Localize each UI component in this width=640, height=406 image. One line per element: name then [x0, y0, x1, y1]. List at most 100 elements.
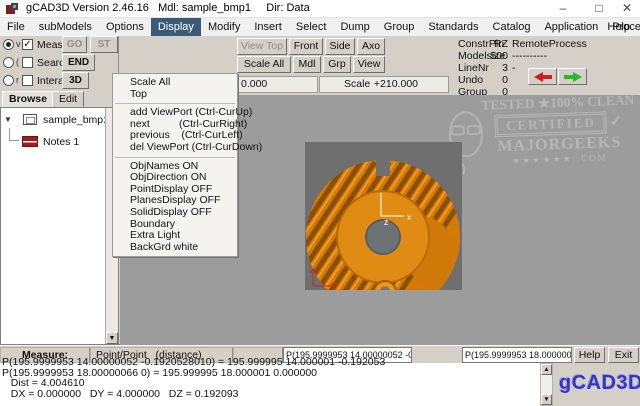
- scale-label: Scale: [344, 78, 371, 90]
- scroll-down-icon[interactable]: ▼: [106, 332, 118, 344]
- app-icon: [6, 3, 18, 14]
- side-button[interactable]: Side: [325, 38, 355, 55]
- exit-button[interactable]: Exit: [608, 347, 639, 363]
- menubar-item-submodels[interactable]: subModels: [32, 18, 99, 36]
- measure-row: v ✓ Measure GO ST: [0, 36, 119, 54]
- search-checkbox[interactable]: [22, 57, 33, 68]
- main-area: v ✓ Measure GO ST ( Search/f END r Inter…: [0, 36, 640, 345]
- info-value: RZ: [494, 38, 508, 50]
- menubar-item-catalog[interactable]: Catalog: [486, 18, 538, 36]
- browser-tabs: Browse Edit: [0, 90, 119, 107]
- menubar-item-dump[interactable]: Dump: [333, 18, 376, 36]
- console-text: P(195.9999953 14.00000052 -0.1920528010)…: [2, 357, 538, 406]
- watermark-check-icon: ✓: [609, 113, 623, 131]
- scale-display: Scale +210.000: [319, 76, 449, 93]
- info-value: 0: [502, 74, 508, 86]
- menubar-item-application[interactable]: Application: [537, 18, 605, 36]
- interact-tag: r: [16, 75, 19, 85]
- redo-forward-button[interactable]: [558, 68, 587, 85]
- interact-radio[interactable]: [3, 75, 14, 86]
- info-value: 500: [490, 50, 508, 62]
- app-window: gCAD3D Version 2.46.16 Mdl: sample_bmp1 …: [0, 0, 640, 406]
- menu-separator: [115, 156, 235, 158]
- scale-value: +210.000: [373, 78, 418, 90]
- menubar-item-select[interactable]: Select: [289, 18, 334, 36]
- search-row: ( Search/f END: [0, 54, 119, 72]
- info-row-constrpln: ConstrPln RZ RemoteProcess: [456, 38, 640, 50]
- info-value: 3: [502, 62, 508, 74]
- info-extra: -: [512, 62, 516, 74]
- info-extra: RemoteProcess: [512, 38, 587, 50]
- minimize-button[interactable]: –: [550, 0, 576, 18]
- menubar-item-options[interactable]: Options: [99, 18, 151, 36]
- menubar-item-standards[interactable]: Standards: [421, 18, 485, 36]
- menu-item-scale-all[interactable]: Scale All: [113, 76, 237, 89]
- console-line: DX = 0.000000 DY = 4.000000 DZ = 0.19209…: [2, 387, 239, 400]
- scale-input[interactable]: 0.000: [232, 76, 318, 93]
- view-top-button[interactable]: View Top: [237, 38, 287, 55]
- menu-item-backgrd-white[interactable]: BackGrd white: [113, 241, 237, 254]
- tree-item-notes[interactable]: Notes 1: [1, 128, 101, 150]
- title-bar: gCAD3D Version 2.46.16 Mdl: sample_bmp1 …: [0, 0, 640, 18]
- menu-separator: [115, 103, 235, 105]
- close-button[interactable]: ✕: [614, 0, 640, 18]
- tab-browse[interactable]: Browse: [2, 91, 54, 107]
- tree-connector-line: [9, 128, 19, 141]
- green-right-arrow-icon: [563, 72, 582, 82]
- search-tag: (: [16, 57, 19, 67]
- tree-expand-icon[interactable]: ▼: [4, 115, 12, 124]
- model-file-icon: [23, 114, 37, 125]
- stop-button[interactable]: ST: [90, 36, 118, 53]
- grp-button[interactable]: Grp: [323, 56, 351, 73]
- console-scrollbar[interactable]: ▲ ▼: [540, 363, 553, 406]
- axo-button[interactable]: Axo: [357, 38, 385, 55]
- tree-item-label[interactable]: Notes 1: [43, 136, 79, 148]
- measure-radio[interactable]: [3, 39, 14, 50]
- notes-bricks-icon: [22, 136, 38, 147]
- interact-row: r Interacti 3D: [0, 72, 119, 90]
- 3d-button[interactable]: 3D: [62, 72, 89, 89]
- menu-item-del-viewport[interactable]: del ViewPort (Ctrl-CurDown): [113, 141, 262, 154]
- menu-item-objdirection[interactable]: ObjDirection ON: [113, 172, 237, 184]
- status-info-panel: ConstrPln RZ RemoteProcess Modelsize 500…: [456, 36, 640, 98]
- tree-item-model[interactable]: ▼ sample_bmp1: [1, 112, 109, 128]
- end-button[interactable]: END: [62, 54, 95, 71]
- orange-model-render: z x: [306, 160, 460, 314]
- info-row-modelsize: Modelsize 500 ----------: [456, 50, 640, 62]
- search-radio[interactable]: [3, 57, 14, 68]
- menubar-item-modify[interactable]: Modify: [201, 18, 247, 36]
- help-button[interactable]: Help: [574, 347, 605, 363]
- left-panel: v ✓ Measure GO ST ( Search/f END r Inter…: [0, 36, 119, 345]
- menubar-item-group[interactable]: Group: [377, 18, 422, 36]
- scroll-up-icon[interactable]: ▲: [541, 364, 552, 375]
- tree-item-label[interactable]: sample_bmp1: [43, 114, 109, 126]
- front-button[interactable]: Front: [289, 38, 323, 55]
- model-viewport[interactable]: z x: [305, 142, 462, 314]
- menubar-item-file[interactable]: File: [0, 18, 32, 36]
- info-label: Undo: [458, 74, 484, 86]
- tab-edit[interactable]: Edit: [52, 91, 85, 107]
- logo-panel: gCAD3D: [553, 363, 640, 406]
- scale-all-button[interactable]: Scale All: [237, 56, 291, 73]
- menubar-item-insert[interactable]: Insert: [247, 18, 289, 36]
- watermark-certified-stamp: CERTIFIED: [494, 111, 608, 138]
- measure-checkbox[interactable]: ✓: [22, 39, 33, 50]
- scroll-down-icon[interactable]: ▼: [541, 394, 552, 405]
- model-tree: ▼ sample_bmp1 Notes 1 ▼: [0, 107, 119, 345]
- display-dropdown-menu: Scale All Top add ViewPort (Ctrl-CurUp) …: [112, 73, 262, 258]
- gcad3d-logo: gCAD3D: [559, 372, 640, 394]
- window-title: gCAD3D Version 2.46.16 Mdl: sample_bmp1 …: [26, 2, 310, 14]
- menu-item-top[interactable]: Top: [113, 88, 237, 101]
- menu-item-soliddisplay[interactable]: SolidDisplay OFF: [113, 206, 237, 219]
- menubar-item-display[interactable]: Display: [150, 18, 201, 36]
- undo-back-button[interactable]: [528, 68, 557, 85]
- mdl-button[interactable]: Mdl: [293, 56, 321, 73]
- maximize-button[interactable]: □: [586, 0, 612, 18]
- interact-checkbox[interactable]: [22, 75, 33, 86]
- menubar-item-help[interactable]: Help: [599, 18, 638, 36]
- majorgeeks-watermark: TESTED ★100% CLEAN CERTIFIED ✓ MAJORGEEK…: [448, 95, 640, 178]
- go-button[interactable]: GO: [62, 36, 87, 53]
- menu-item-extra-light[interactable]: Extra Light: [113, 230, 237, 242]
- view-button[interactable]: View: [353, 56, 385, 73]
- info-extra: ----------: [512, 50, 547, 62]
